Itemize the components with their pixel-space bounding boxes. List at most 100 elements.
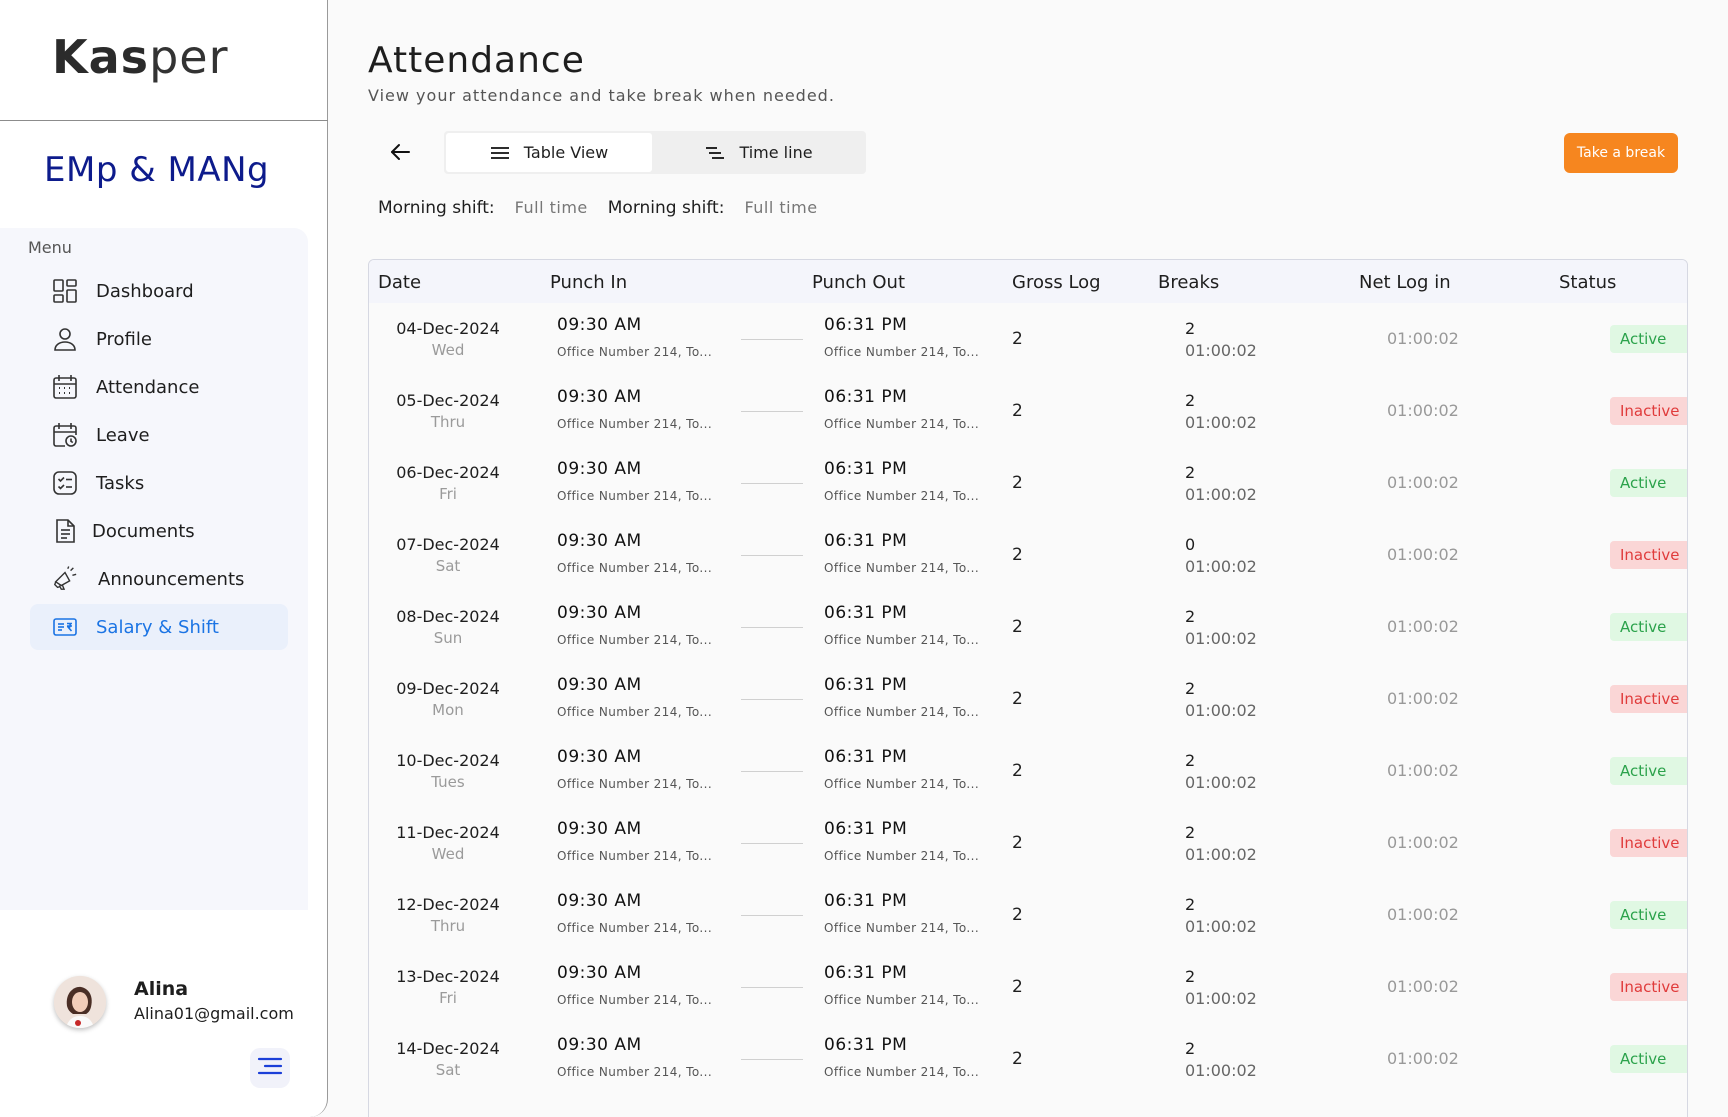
status-badge: Active — [1610, 901, 1687, 929]
row-punch-out: 06:31 PM — [824, 603, 908, 623]
sidebar-item-salary-shift[interactable]: Salary & Shift — [30, 604, 288, 650]
sidebar-item-attendance[interactable]: Attendance — [30, 364, 288, 410]
row-gross-log: 2 — [1012, 833, 1023, 853]
column-header-status: Status — [1559, 272, 1617, 293]
page-title: Attendance — [368, 40, 585, 81]
row-breaks-time: 01:00:02 — [1185, 917, 1257, 936]
row-punch-in: 09:30 AM — [557, 963, 642, 983]
checklist-icon — [52, 470, 78, 496]
row-breaks-time: 01:00:02 — [1185, 773, 1257, 792]
take-break-button[interactable]: Take a break — [1564, 133, 1678, 173]
row-net-log: 01:00:02 — [1387, 329, 1459, 348]
sidebar-item-documents[interactable]: Documents — [30, 508, 288, 554]
tab-timeline[interactable]: Time line — [654, 133, 864, 172]
row-breaks-count: 2 — [1185, 895, 1196, 914]
status-badge: Inactive — [1610, 973, 1687, 1001]
sidebar-item-profile[interactable]: Profile — [30, 316, 288, 362]
column-header-net-log: Net Log in — [1359, 272, 1451, 293]
row-net-log: 01:00:02 — [1387, 977, 1459, 996]
avatar[interactable] — [54, 976, 106, 1028]
column-header-date: Date — [378, 272, 422, 293]
row-gross-log: 2 — [1012, 617, 1023, 637]
row-net-log: 01:00:02 — [1387, 689, 1459, 708]
row-punch-out: 06:31 PM — [824, 531, 908, 551]
row-date: 11-Dec-2024 — [396, 823, 500, 842]
table-header: Date Punch In Punch Out Gross Log Breaks… — [369, 260, 1687, 303]
row-punch-out: 06:31 PM — [824, 387, 908, 407]
logo-rest: per — [149, 30, 229, 84]
table-row[interactable]: 06-Dec-2024 Fri 09:30 AM Office Number 2… — [369, 447, 1687, 519]
row-separator — [741, 555, 803, 556]
row-punch-in: 09:30 AM — [557, 819, 642, 839]
row-date: 08-Dec-2024 — [396, 607, 500, 626]
shift-label: Morning shift: — [607, 198, 725, 218]
status-badge: Active — [1610, 469, 1687, 497]
row-punch-in-location: Office Number 214, To... — [557, 561, 713, 575]
row-separator — [741, 987, 803, 988]
row-punch-in: 09:30 AM — [557, 315, 642, 335]
row-net-log: 01:00:02 — [1387, 905, 1459, 924]
sidebar: Kasper EMp & MANg Menu Dashboard Profile… — [0, 0, 328, 1117]
row-gross-log: 2 — [1012, 689, 1023, 709]
row-date: 14-Dec-2024 — [396, 1039, 500, 1058]
table-row[interactable]: 08-Dec-2024 Sun 09:30 AM Office Number 2… — [369, 591, 1687, 663]
row-gross-log: 2 — [1012, 977, 1023, 997]
table-row[interactable]: 09-Dec-2024 Mon 09:30 AM Office Number 2… — [369, 663, 1687, 735]
status-badge: Inactive — [1610, 829, 1687, 857]
row-day: Thru — [430, 413, 466, 431]
table-row[interactable]: 04-Dec-2024 Wed 09:30 AM Office Number 2… — [369, 303, 1687, 375]
status-badge: Active — [1610, 757, 1687, 785]
row-punch-out: 06:31 PM — [824, 675, 908, 695]
row-breaks-count: 2 — [1185, 751, 1196, 770]
sidebar-item-label: Announcements — [98, 568, 245, 590]
row-punch-in-location: Office Number 214, To... — [557, 921, 713, 935]
row-date: 09-Dec-2024 — [396, 679, 500, 698]
back-button[interactable] — [384, 140, 416, 168]
table-row[interactable]: 14-Dec-2024 Sat 09:30 AM Office Number 2… — [369, 1023, 1687, 1095]
salary-icon — [52, 614, 78, 640]
row-punch-in: 09:30 AM — [557, 387, 642, 407]
row-breaks-time: 01:00:02 — [1185, 989, 1257, 1008]
row-punch-in-location: Office Number 214, To... — [557, 1065, 713, 1079]
table-row[interactable]: 07-Dec-2024 Sat 09:30 AM Office Number 2… — [369, 519, 1687, 591]
row-separator — [741, 699, 803, 700]
sidebar-item-dashboard[interactable]: Dashboard — [30, 268, 288, 314]
arrow-left-icon — [389, 142, 411, 166]
column-header-punch-out: Punch Out — [812, 272, 906, 293]
row-gross-log: 2 — [1012, 761, 1023, 781]
row-date: 07-Dec-2024 — [396, 535, 500, 554]
sidebar-item-tasks[interactable]: Tasks — [30, 460, 288, 506]
table-row[interactable]: 05-Dec-2024 Thru 09:30 AM Office Number … — [369, 375, 1687, 447]
row-punch-in: 09:30 AM — [557, 603, 642, 623]
status-badge: Active — [1610, 613, 1687, 641]
row-punch-in: 09:30 AM — [557, 531, 642, 551]
row-punch-out-location: Office Number 214, To... — [824, 777, 980, 791]
timeline-icon — [705, 145, 725, 161]
shift-label: Morning shift: — [378, 198, 495, 218]
table-row[interactable]: 12-Dec-2024 Thru 09:30 AM Office Number … — [369, 879, 1687, 951]
row-breaks-time: 01:00:02 — [1185, 557, 1257, 576]
sidebar-item-label: Documents — [92, 520, 195, 542]
sidebar-item-leave[interactable]: Leave — [30, 412, 288, 458]
status-badge: Active — [1610, 1045, 1687, 1073]
row-punch-in-location: Office Number 214, To... — [557, 777, 713, 791]
row-punch-in: 09:30 AM — [557, 891, 642, 911]
row-gross-log: 2 — [1012, 401, 1023, 421]
row-punch-out-location: Office Number 214, To... — [824, 633, 980, 647]
row-punch-out-location: Office Number 214, To... — [824, 921, 980, 935]
row-punch-in: 09:30 AM — [557, 1035, 642, 1055]
row-punch-out-location: Office Number 214, To... — [824, 705, 980, 719]
app-logo[interactable]: Kasper — [52, 30, 229, 84]
table-row[interactable]: 11-Dec-2024 Wed 09:30 AM Office Number 2… — [369, 807, 1687, 879]
shift-value: Full time — [514, 198, 588, 217]
menu-toggle-button[interactable] — [250, 1048, 290, 1088]
table-row[interactable]: 10-Dec-2024 Tues 09:30 AM Office Number … — [369, 735, 1687, 807]
table-row[interactable]: 13-Dec-2024 Fri 09:30 AM Office Number 2… — [369, 951, 1687, 1023]
sidebar-item-announcements[interactable]: Announcements — [30, 556, 288, 602]
column-header-gross-log: Gross Log — [1012, 272, 1101, 293]
row-day: Fri — [439, 485, 457, 503]
tab-table-view[interactable]: Table View — [446, 133, 652, 172]
row-separator — [741, 411, 803, 412]
row-punch-in: 09:30 AM — [557, 675, 642, 695]
row-net-log: 01:00:02 — [1387, 617, 1459, 636]
